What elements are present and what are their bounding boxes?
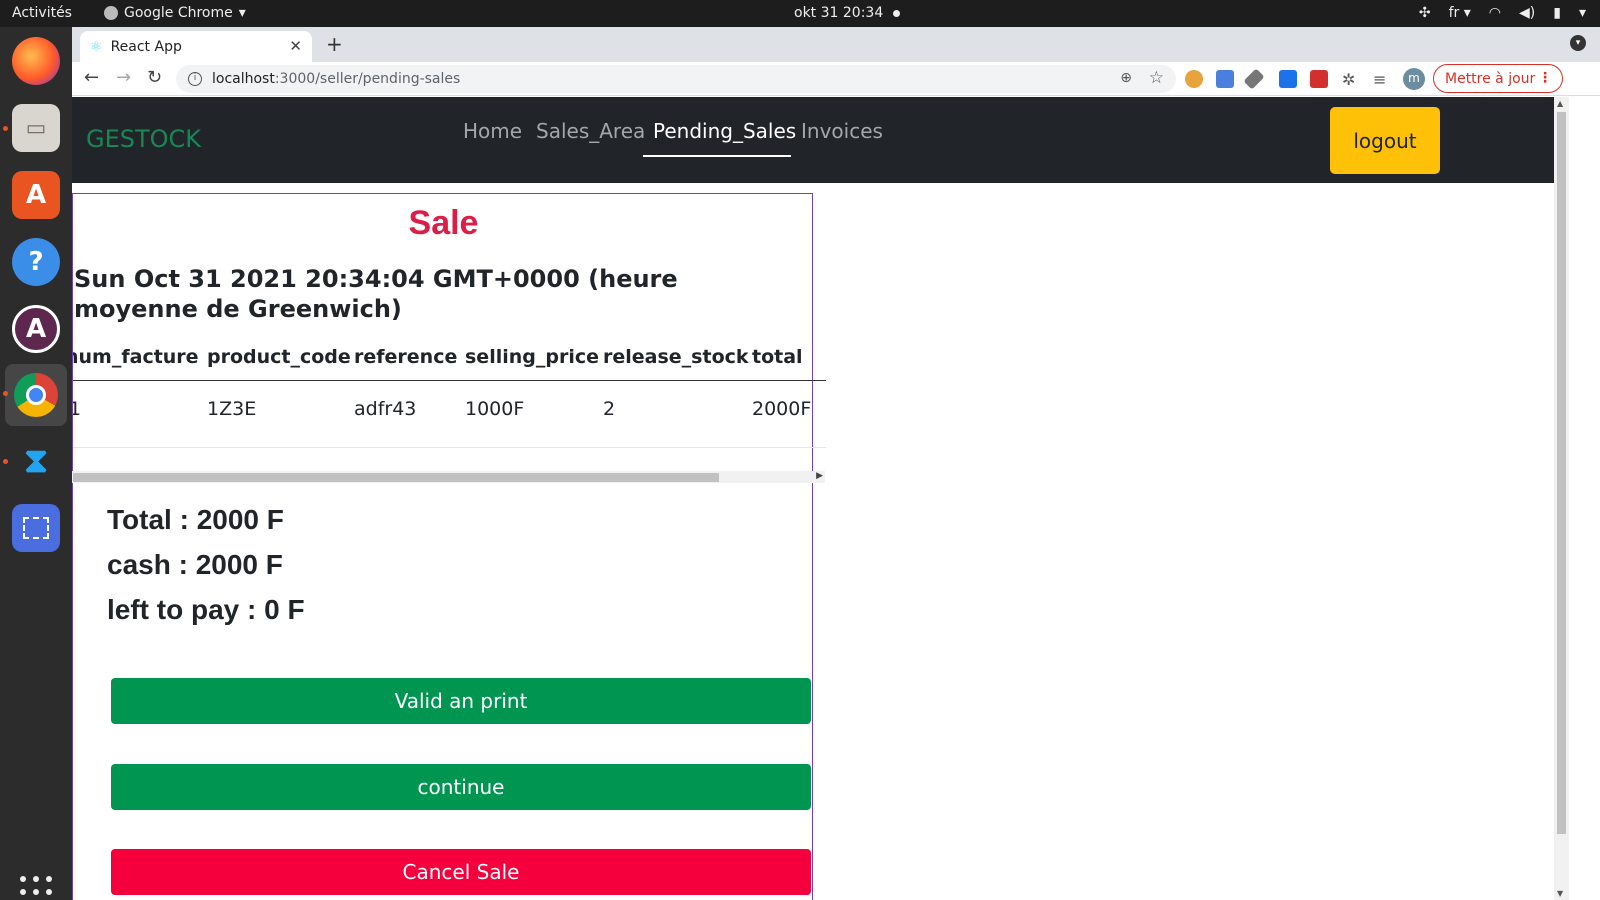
zoom-icon[interactable]: ⊕ <box>1120 70 1132 86</box>
page-viewport: GESTOCK Home Sales_Area Pending_Sales In… <box>72 97 1600 900</box>
running-indicator <box>3 459 8 464</box>
table-cell: adfr43 <box>354 398 417 420</box>
show-applications-icon[interactable] <box>20 876 52 900</box>
reload-icon[interactable]: ↻ <box>147 67 162 88</box>
running-indicator <box>3 391 8 396</box>
table-cell: 1000F <box>465 398 525 420</box>
system-tray[interactable]: ✣ fr ▾ ◠ ◀) ▮ ▾ <box>1419 5 1586 21</box>
fi-extension-icon[interactable] <box>1279 70 1297 88</box>
column-header: product_code <box>207 346 351 368</box>
language-indicator[interactable]: fr ▾ <box>1449 5 1471 21</box>
table-cell: 2000F <box>752 398 812 420</box>
app-menu-label: Google Chrome <box>124 5 233 21</box>
vscode-icon[interactable]: ⧗ <box>12 437 60 485</box>
cash-amount: cash : 2000 F <box>107 549 283 580</box>
sale-title: Sale <box>408 204 479 242</box>
tab-strip: ⚛ React App ✕ + ▾ <box>72 27 1600 62</box>
table-cell: 1 <box>73 398 82 420</box>
kebab-menu-icon: ⋮ <box>1538 70 1552 86</box>
running-indicator <box>3 126 8 131</box>
screenshot-icon[interactable] <box>12 504 60 552</box>
tab-search-icon[interactable]: ▾ <box>1570 35 1586 51</box>
red-extension-icon[interactable] <box>1310 70 1328 88</box>
sale-table: num_facture product_code reference selli… <box>73 334 826 471</box>
clock[interactable]: okt 31 20:34 <box>794 5 883 21</box>
software-updater-icon[interactable]: A <box>12 305 60 353</box>
total-amount: Total : 2000 F <box>107 504 284 535</box>
url-host: localhost <box>212 71 275 87</box>
language-label: fr <box>1448 5 1460 21</box>
back-icon[interactable]: ← <box>84 67 99 88</box>
scroll-up-icon[interactable]: ▲ <box>1557 99 1563 108</box>
brand-logo[interactable]: GESTOCK <box>86 125 201 153</box>
bookmark-star-icon[interactable]: ☆ <box>1149 68 1164 88</box>
dock: ▭ A ? A ⧗ <box>0 27 72 900</box>
info-icon[interactable]: i <box>188 72 202 86</box>
valid-print-button[interactable]: Valid an print <box>111 678 811 724</box>
column-header: total <box>752 346 803 368</box>
app-menu[interactable]: Google Chrome ▾ <box>104 5 246 21</box>
cancel-sale-button[interactable]: Cancel Sale <box>111 849 811 895</box>
chrome-icon <box>104 6 118 20</box>
nav-link-home[interactable]: Home <box>463 119 522 143</box>
profile-avatar[interactable]: m <box>1403 68 1425 90</box>
battery-icon: ▮ <box>1553 5 1561 21</box>
update-button[interactable]: Mettre à jour ⋮ <box>1433 64 1563 93</box>
app-navbar: GESTOCK Home Sales_Area Pending_Sales In… <box>72 97 1554 183</box>
firefox-icon[interactable] <box>12 37 60 85</box>
tab-title: React App <box>110 38 182 55</box>
reading-list-icon[interactable]: ≡ <box>1373 70 1391 89</box>
update-label: Mettre à jour <box>1445 70 1536 87</box>
extensions-puzzle-icon[interactable]: ✲ <box>1342 70 1360 89</box>
scrollbar-thumb[interactable] <box>73 473 719 482</box>
volume-icon: ◀) <box>1519 5 1536 21</box>
scroll-right-icon[interactable]: ▶ <box>816 471 823 481</box>
column-header: selling_price <box>465 346 599 368</box>
url-path: :3000/seller/pending-sales <box>274 71 461 87</box>
table-cell: 1Z3E <box>207 398 257 420</box>
table-cell: 2 <box>603 398 616 420</box>
files-icon[interactable]: ▭ <box>12 104 60 152</box>
table-header-row: num_facture product_code reference selli… <box>73 334 826 381</box>
page-scrollbar[interactable]: ▲ ▼ <box>1554 97 1569 900</box>
browser-window: ⚛ React App ✕ + ▾ ← → ↻ i localhost:3000… <box>72 27 1600 900</box>
translate-extension-icon[interactable] <box>1216 70 1234 88</box>
chevron-down-icon: ▾ <box>238 5 246 21</box>
nav-link-pending-sales[interactable]: Pending_Sales <box>653 119 796 143</box>
close-icon[interactable]: ✕ <box>289 37 302 55</box>
help-icon[interactable]: ? <box>12 238 60 286</box>
chevron-down-icon: ▾ <box>1578 5 1586 21</box>
scroll-down-icon[interactable]: ▼ <box>1557 889 1563 898</box>
scrollbar-thumb[interactable] <box>1557 112 1566 834</box>
nav-link-sales-area[interactable]: Sales_Area <box>536 119 645 143</box>
chrome-dock-icon[interactable] <box>5 364 67 426</box>
column-header: reference <box>354 346 458 368</box>
activities-button[interactable]: Activités <box>12 5 72 21</box>
logout-button[interactable]: logout <box>1330 107 1440 174</box>
nav-link-invoices[interactable]: Invoices <box>801 119 883 143</box>
sale-date: Sun Oct 31 2021 20:34:04 GMT+0000 (heure… <box>74 265 678 323</box>
new-tab-button[interactable]: + <box>326 32 343 56</box>
forward-icon[interactable]: → <box>116 67 131 88</box>
system-top-bar: Activités Google Chrome ▾ okt 31 20:34 ✣… <box>0 0 1600 27</box>
continue-button[interactable]: continue <box>111 764 811 810</box>
network-applet-icon[interactable]: ✣ <box>1419 5 1431 21</box>
eyedropper-extension-icon[interactable] <box>1243 68 1265 90</box>
table-row: 1 1Z3E adfr43 1000F 2 2000F <box>73 382 826 448</box>
react-icon: ⚛ <box>90 38 103 55</box>
table-horizontal-scrollbar[interactable]: ▶ <box>72 471 825 483</box>
active-nav-indicator <box>643 155 791 157</box>
software-center-icon[interactable]: A <box>12 171 60 219</box>
browser-tab[interactable]: ⚛ React App ✕ <box>80 31 312 62</box>
wifi-icon: ◠ <box>1488 5 1502 21</box>
column-header: release_stock <box>603 346 749 368</box>
notification-dot <box>893 10 900 17</box>
left-to-pay-amount: left to pay : 0 F <box>107 594 305 625</box>
address-bar[interactable]: i localhost:3000/seller/pending-sales ⊕ … <box>176 65 1176 93</box>
column-header: num_facture <box>73 346 199 368</box>
browser-toolbar: ← → ↻ i localhost:3000/seller/pending-sa… <box>72 62 1600 96</box>
cookie-extension-icon[interactable] <box>1185 70 1203 88</box>
